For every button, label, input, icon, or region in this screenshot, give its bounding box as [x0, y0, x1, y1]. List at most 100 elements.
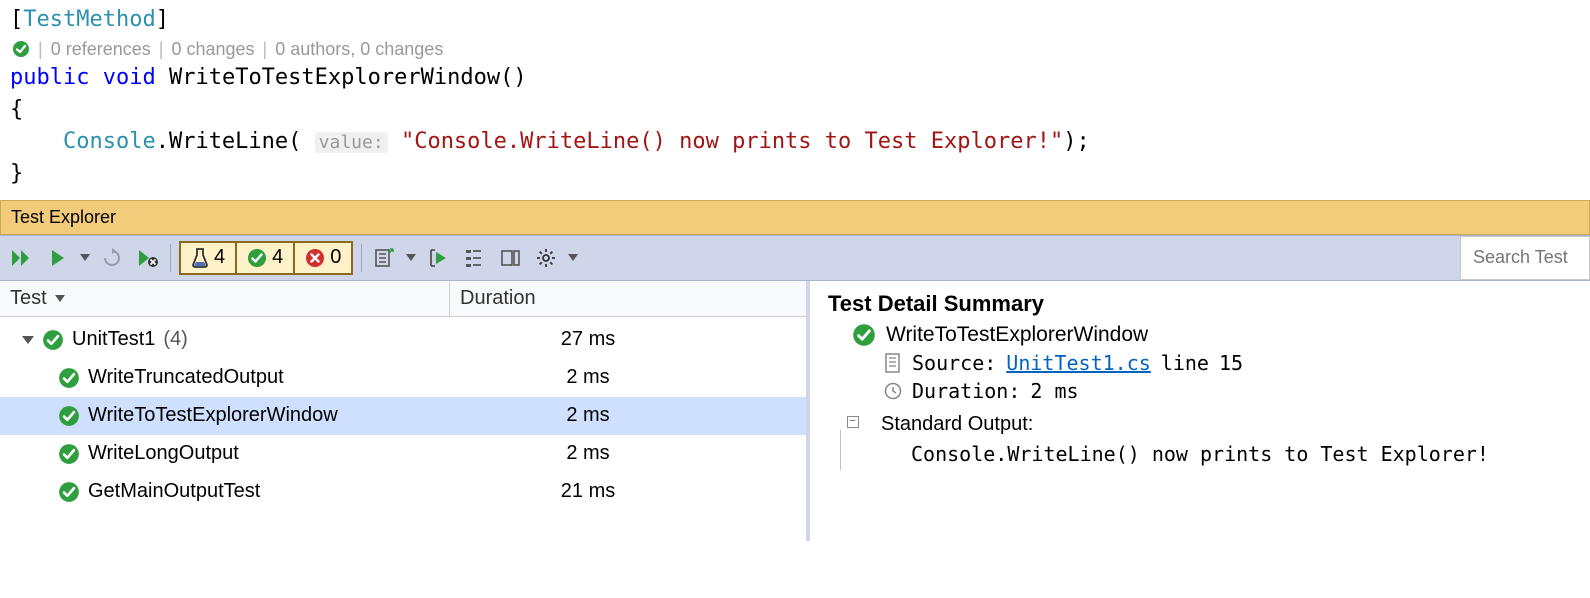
codelens-sep: | [263, 36, 268, 62]
pass-icon [58, 481, 80, 503]
codelens-sep: | [159, 36, 164, 62]
codelens-references[interactable]: 0 references [51, 36, 151, 62]
codelens-row[interactable]: | 0 references | 0 changes | 0 authors, … [10, 36, 1580, 62]
collapse-toggle[interactable]: − [847, 416, 859, 428]
codelens-sep: | [38, 36, 43, 62]
run-after-build-button[interactable] [424, 244, 452, 272]
test-duration: 2 ms [450, 442, 806, 465]
run-button[interactable] [44, 244, 72, 272]
test-tree: UnitTest1 (4) 27 ms WriteTruncatedOutput… [0, 317, 806, 511]
test-name: GetMainOutputTest [88, 480, 260, 503]
toolbar-separator [170, 244, 171, 272]
pass-icon [852, 323, 876, 347]
column-header-duration[interactable]: Duration [450, 281, 806, 316]
keyword: public [10, 65, 89, 90]
fail-icon [305, 248, 325, 268]
source-line-prefix: line [1161, 351, 1209, 375]
hierarchy-button[interactable] [460, 244, 488, 272]
count-passed-value: 4 [272, 246, 283, 269]
brace-close: } [10, 158, 1580, 190]
settings-dropdown-icon[interactable] [568, 254, 578, 261]
count-total[interactable]: 4 [181, 243, 237, 273]
test-row[interactable]: WriteToTestExplorerWindow 2 ms [0, 397, 806, 435]
duration-label: Duration: [912, 379, 1020, 403]
source-file-link[interactable]: UnitTest1.cs [1006, 351, 1151, 375]
sort-icon [55, 295, 65, 302]
test-detail-pane: Test Detail Summary WriteToTestExplorerW… [810, 281, 1590, 541]
method-ref: WriteLine [169, 129, 288, 154]
settings-button[interactable] [532, 244, 560, 272]
search-input[interactable] [1471, 246, 1579, 269]
expand-icon[interactable] [22, 336, 34, 344]
source-line-number: 15 [1219, 351, 1243, 375]
test-row[interactable]: GetMainOutputTest 21 ms [0, 473, 806, 511]
count-failed[interactable]: 0 [295, 243, 351, 273]
run-failed-button[interactable] [134, 244, 162, 272]
stdout-block: − Standard Output: Console.WriteLine() n… [828, 413, 1572, 470]
show-details-button[interactable] [496, 244, 524, 272]
pass-icon [42, 329, 64, 351]
group-count: (4) [163, 328, 187, 351]
test-row[interactable]: WriteLongOutput 2 ms [0, 435, 806, 473]
count-failed-value: 0 [330, 246, 341, 269]
group-duration: 27 ms [450, 328, 806, 351]
codelens-changes[interactable]: 0 changes [171, 36, 254, 62]
type-name: Console [63, 129, 156, 154]
duration-value: 2 ms [1030, 379, 1078, 403]
repeat-button[interactable] [98, 244, 126, 272]
detail-test-name: WriteToTestExplorerWindow [886, 323, 1148, 347]
count-passed[interactable]: 4 [237, 243, 295, 273]
method-name: WriteToTestExplorerWindow [169, 65, 500, 90]
test-name: WriteLongOutput [88, 442, 239, 465]
attribute-line: [TestMethod] [10, 4, 1580, 36]
stdout-value: Console.WriteLine() now prints to Test E… [911, 442, 1489, 466]
keyword: void [103, 65, 156, 90]
pass-icon [58, 443, 80, 465]
call-close: ); [1063, 129, 1090, 154]
source-icon [884, 353, 902, 373]
codelens-authors[interactable]: 0 authors, 0 changes [275, 36, 443, 62]
string-literal: "Console.WriteLine() now prints to Test … [401, 129, 1063, 154]
playlist-dropdown-icon[interactable] [406, 254, 416, 261]
code-editor[interactable]: [TestMethod] | 0 references | 0 changes … [0, 0, 1590, 200]
method-signature: public void WriteToTestExplorerWindow() [10, 62, 1580, 94]
method-call-line: Console.WriteLine( value: "Console.Write… [10, 126, 1580, 158]
source-label: Source: [912, 351, 996, 375]
clock-icon [884, 382, 902, 400]
tree-guide [840, 430, 841, 470]
pass-icon [247, 248, 267, 268]
flask-icon [191, 247, 209, 269]
toolbar-separator [361, 244, 362, 272]
run-all-button[interactable] [8, 244, 36, 272]
search-box[interactable] [1460, 236, 1590, 280]
attribute-name: TestMethod [23, 7, 155, 32]
pass-icon [58, 367, 80, 389]
test-duration: 2 ms [450, 404, 806, 427]
bracket-close: ] [156, 7, 169, 32]
pass-icon [58, 405, 80, 427]
test-explorer-toolbar: 4 4 0 [0, 235, 1590, 281]
grid-header: Test Duration [0, 281, 806, 317]
test-explorer-body: Test Duration UnitTest1 (4) 27 ms Writ [0, 281, 1590, 541]
test-pass-icon [12, 40, 30, 58]
column-header-test[interactable]: Test [0, 281, 450, 316]
count-total-value: 4 [214, 246, 225, 269]
brace: { [10, 97, 23, 122]
panel-title-bar[interactable]: Test Explorer [0, 200, 1590, 235]
brace-open: { [10, 94, 1580, 126]
test-group-row[interactable]: UnitTest1 (4) 27 ms [0, 321, 806, 359]
run-dropdown-icon[interactable] [80, 254, 90, 261]
group-name: UnitTest1 [72, 328, 155, 351]
test-row[interactable]: WriteTruncatedOutput2 ms [0, 359, 806, 397]
paren-open: ( [288, 129, 301, 154]
column-header-test-label: Test [10, 287, 47, 310]
test-duration: 21 ms [450, 480, 806, 503]
playlist-button[interactable] [370, 244, 398, 272]
parens: () [500, 65, 527, 90]
column-header-duration-label: Duration [460, 287, 536, 309]
test-tree-pane: Test Duration UnitTest1 (4) 27 ms Writ [0, 281, 810, 541]
detail-title: Test Detail Summary [828, 291, 1572, 317]
bracket-open: [ [10, 7, 23, 32]
test-name: WriteToTestExplorerWindow [88, 404, 338, 427]
dot: . [156, 129, 169, 154]
